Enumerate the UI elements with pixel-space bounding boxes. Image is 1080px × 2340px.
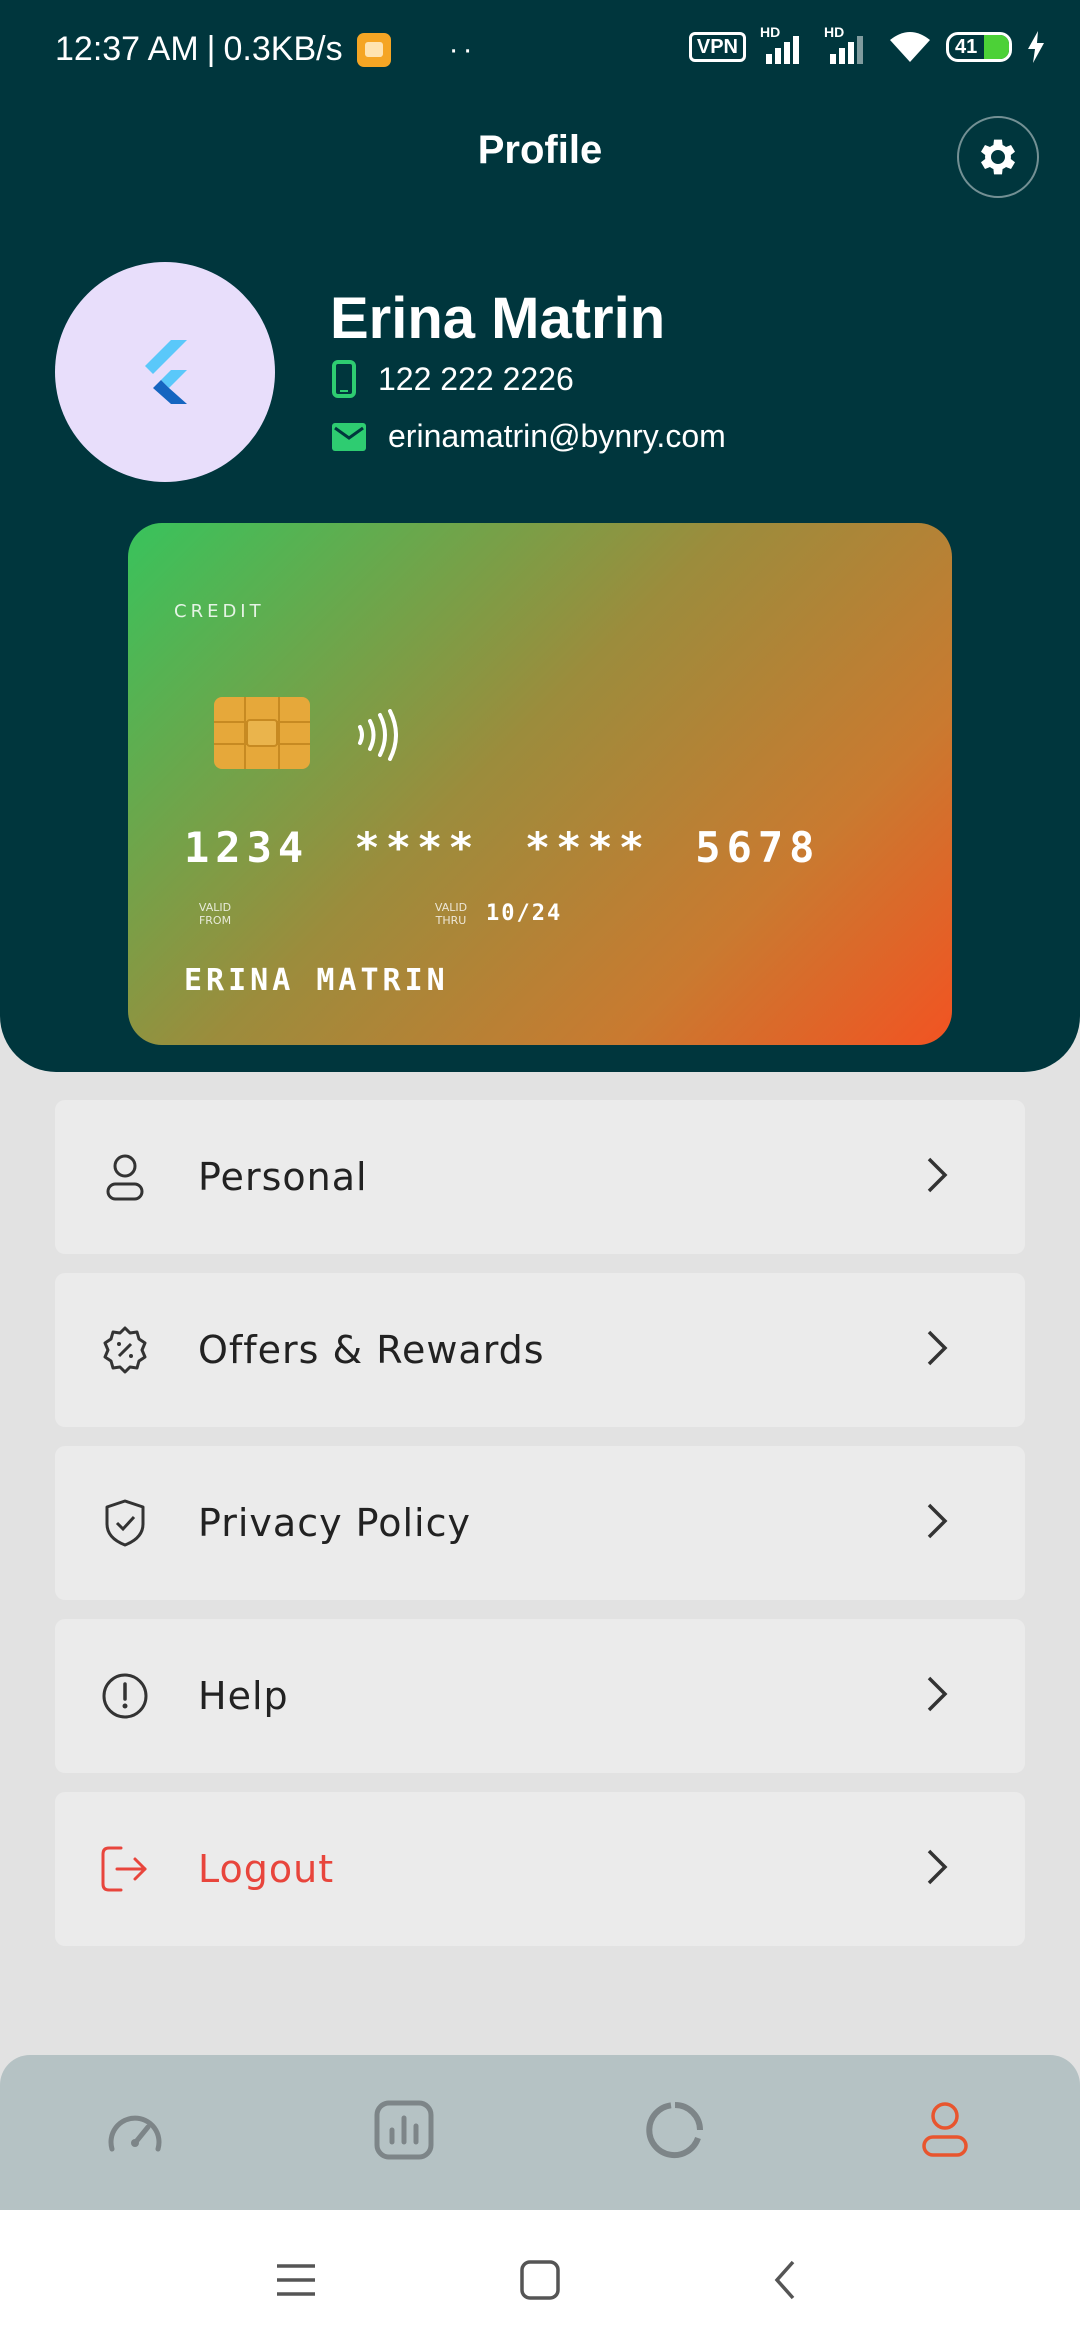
menu-item-offers[interactable]: Offers & Rewards: [55, 1273, 1025, 1427]
valid-thru-label: VALID THRU: [434, 901, 468, 927]
battery-percent: 41: [955, 36, 978, 58]
status-left: 12:37 AM | 0.3KB/s ··: [55, 30, 477, 69]
card-number: 1234 **** **** 5678: [184, 823, 821, 872]
home-button[interactable]: [510, 2250, 570, 2310]
menu-item-privacy[interactable]: Privacy Policy: [55, 1446, 1025, 1600]
nav-dashboard[interactable]: [90, 2085, 180, 2175]
valid-thru-value: 10/24: [486, 901, 563, 926]
credit-card[interactable]: CREDIT 1234 **** **** 5678 VALID FROM VA…: [128, 523, 952, 1045]
menu-label-help: Help: [198, 1674, 289, 1718]
wifi-icon: [890, 32, 930, 62]
menu-item-logout[interactable]: Logout: [55, 1792, 1025, 1946]
gear-icon: [981, 139, 1015, 175]
card-type: CREDIT: [174, 601, 265, 622]
logout-icon: [99, 1843, 151, 1895]
chevron-right-icon: [925, 1847, 949, 1891]
status-bar: 12:37 AM | 0.3KB/s ·· VPN HD HD 41: [0, 0, 1080, 100]
status-right: VPN HD HD 41: [688, 24, 1046, 64]
charging-icon: [1028, 31, 1044, 63]
valid-from-label: VALID FROM: [198, 901, 232, 927]
email-row: erinamatrin@bynry.com: [332, 418, 726, 455]
battery-icon: 41: [946, 32, 1012, 62]
settings-button[interactable]: [957, 116, 1039, 198]
email-address: erinamatrin@bynry.com: [388, 418, 726, 454]
chevron-left-icon: [774, 2260, 795, 2300]
profile-icon: [922, 2102, 968, 2157]
system-navigation-bar: [0, 2210, 1080, 2340]
menu-item-help[interactable]: Help: [55, 1619, 1025, 1773]
signal-icon: HD: [760, 24, 810, 64]
signal-icon-2: HD: [824, 24, 874, 64]
bottom-navigation: [0, 2055, 1080, 2210]
notification-app-icon: [356, 32, 391, 67]
avatar[interactable]: [55, 262, 275, 482]
card-holder-name: ERINA MATRIN: [184, 963, 449, 998]
status-dots: ··: [448, 32, 477, 66]
contactless-icon: [358, 709, 398, 761]
menu-item-personal[interactable]: Personal: [55, 1100, 1025, 1254]
user-icon: [99, 1151, 151, 1203]
bar-chart-icon: [374, 2100, 434, 2160]
nav-analytics[interactable]: [359, 2085, 449, 2175]
chevron-right-icon: [925, 1674, 949, 1718]
info-icon: [99, 1670, 151, 1722]
vpn-badge: VPN: [688, 32, 746, 62]
email-icon: [332, 422, 366, 451]
menu-icon: [277, 2264, 315, 2296]
hd-label: HD: [760, 24, 781, 40]
hd-label-2: HD: [824, 24, 845, 40]
donut-chart-icon: [646, 2102, 703, 2159]
status-time: 12:37 AM: [55, 30, 199, 68]
user-name: Erina Matrin: [330, 286, 666, 351]
square-icon: [520, 2260, 560, 2300]
speedometer-icon: [108, 2115, 162, 2152]
menu-label-offers: Offers & Rewards: [198, 1328, 545, 1372]
flutter-logo-icon: [145, 340, 187, 404]
card-chip-icon: [214, 697, 310, 769]
page-title: Profile: [477, 128, 603, 172]
nav-profile[interactable]: [900, 2085, 990, 2175]
status-speed: 0.3KB/s: [223, 30, 343, 68]
status-separator: |: [206, 30, 216, 68]
discount-badge-icon: [99, 1324, 151, 1376]
recent-apps-button[interactable]: [266, 2250, 326, 2310]
menu-label-privacy: Privacy Policy: [198, 1501, 471, 1545]
phone-icon: [332, 360, 356, 398]
phone-row: 122 222 2226: [332, 360, 574, 398]
phone-number: 122 222 2226: [378, 360, 574, 397]
menu-label-personal: Personal: [198, 1155, 368, 1199]
chevron-right-icon: [925, 1155, 949, 1199]
settings-menu: Personal Offers & Rewards Privacy Policy: [55, 1100, 1025, 1965]
chevron-right-icon: [925, 1501, 949, 1545]
shield-check-icon: [99, 1497, 151, 1549]
chevron-right-icon: [925, 1328, 949, 1372]
back-button[interactable]: [755, 2250, 815, 2310]
menu-label-logout: Logout: [198, 1847, 335, 1891]
nav-reports[interactable]: [630, 2085, 720, 2175]
